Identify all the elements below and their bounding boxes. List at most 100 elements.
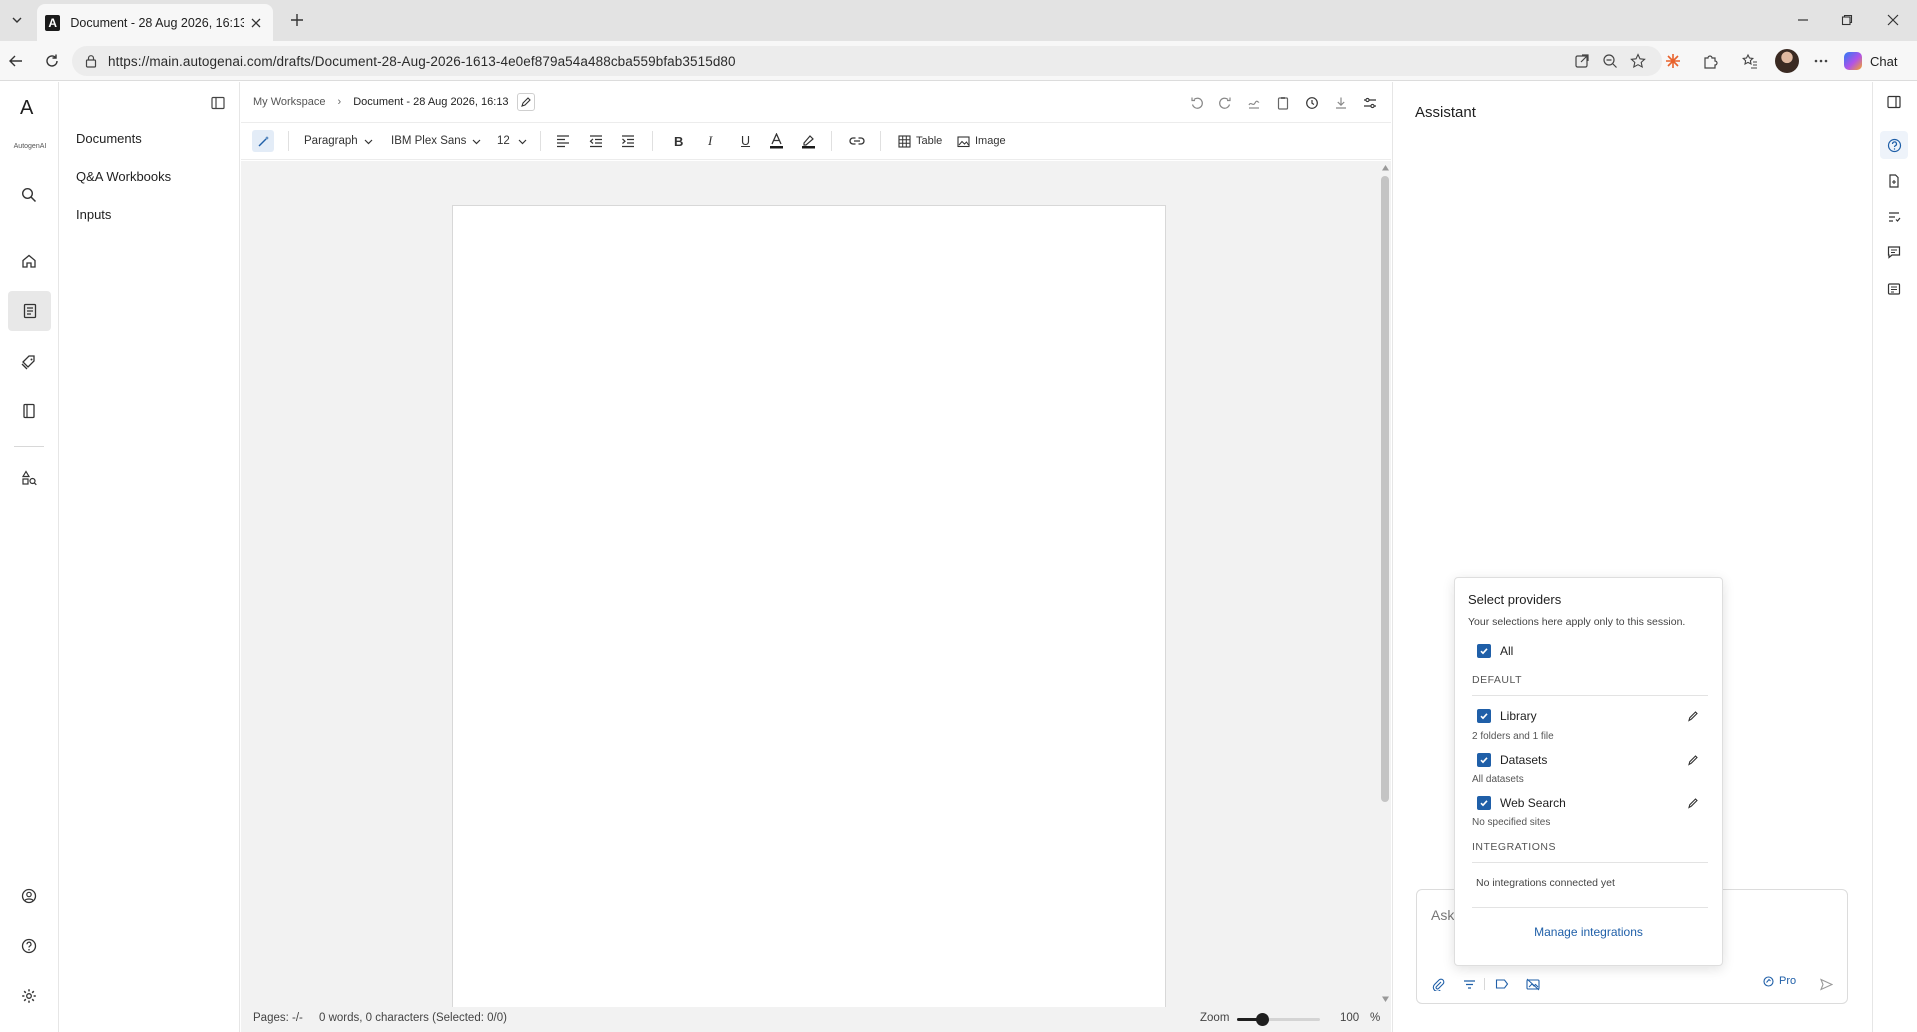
copilot-chat-button[interactable]: Chat <box>1844 48 1912 74</box>
reload-icon[interactable] <box>40 49 64 73</box>
redo-icon[interactable] <box>1214 92 1236 114</box>
popup-title: Select providers <box>1468 592 1562 607</box>
zoom-slider-track[interactable] <box>1237 1013 1320 1026</box>
provider-all-row[interactable]: All <box>1477 643 1513 659</box>
provider-web-search-detail: No specified sites <box>1472 817 1551 828</box>
back-arrow-icon[interactable] <box>4 49 28 73</box>
undo-icon[interactable] <box>1186 92 1208 114</box>
tab-close-icon[interactable] <box>248 14 265 32</box>
image-off-icon[interactable] <box>1522 973 1544 995</box>
version-history-icon[interactable] <box>1301 92 1323 114</box>
page-count: Pages: -/- <box>253 1012 303 1024</box>
provider-web-search-row[interactable]: Web Search <box>1477 795 1566 811</box>
toolbar-divider <box>540 131 541 151</box>
indent-increase-icon[interactable] <box>621 130 635 152</box>
text-color-icon[interactable] <box>769 130 784 152</box>
provider-filter-icon[interactable] <box>1458 973 1480 995</box>
checkbox-checked-icon[interactable] <box>1477 709 1491 723</box>
font-size-select[interactable]: 12 <box>497 130 527 152</box>
restore-icon[interactable] <box>1832 8 1862 32</box>
manage-integrations-link[interactable]: Manage integrations <box>1454 925 1723 939</box>
profile-avatar[interactable] <box>1775 49 1799 73</box>
site-info-lock-icon[interactable] <box>84 54 98 68</box>
tag-label-icon[interactable] <box>1491 973 1513 995</box>
insert-image-button[interactable]: Image <box>957 130 1006 152</box>
edit-web-search-pencil-icon[interactable] <box>1684 794 1702 812</box>
favorite-star-icon[interactable] <box>1626 49 1650 73</box>
align-left-icon[interactable] <box>556 130 570 152</box>
sidebar-item-inputs[interactable]: Inputs <box>76 207 111 222</box>
checkbox-checked-icon[interactable] <box>1477 796 1491 810</box>
sidebar-item-qa-workbooks[interactable]: Q&A Workbooks <box>76 169 171 184</box>
edit-datasets-pencil-icon[interactable] <box>1684 751 1702 769</box>
download-icon[interactable] <box>1330 92 1352 114</box>
scroll-down-arrow-icon[interactable] <box>1381 995 1390 1003</box>
settings-gear-icon[interactable] <box>14 981 44 1011</box>
minimize-icon[interactable] <box>1788 8 1818 32</box>
assistant-chat-icon[interactable] <box>1880 131 1908 159</box>
tab-list-chevron-icon[interactable] <box>6 9 28 31</box>
address-bar[interactable]: https://main.autogenai.com/drafts/Docume… <box>72 46 1662 76</box>
home-icon[interactable] <box>14 246 44 276</box>
search-icon[interactable] <box>14 180 44 210</box>
scroll-up-arrow-icon[interactable] <box>1381 164 1390 172</box>
table-icon <box>898 134 911 148</box>
ask-input-placeholder[interactable]: Ask <box>1431 907 1454 923</box>
track-changes-icon[interactable] <box>1243 92 1265 114</box>
tab-favicon-icon: A <box>45 14 61 31</box>
zoom-label: Zoom <box>1200 1012 1230 1024</box>
url-text[interactable]: https://main.autogenai.com/drafts/Docume… <box>108 54 736 69</box>
attach-paperclip-icon[interactable] <box>1427 973 1449 995</box>
notes-icon[interactable] <box>1880 275 1908 303</box>
review-icon[interactable] <box>1880 203 1908 231</box>
account-icon[interactable] <box>14 881 44 911</box>
highlight-color-icon[interactable] <box>801 130 816 152</box>
copilot-logo-icon <box>1844 52 1862 70</box>
checkbox-checked-icon[interactable] <box>1477 753 1491 767</box>
app-logo[interactable]: A <box>20 97 33 120</box>
comments-icon[interactable] <box>1880 238 1908 266</box>
font-family-select[interactable]: IBM Plex Sans <box>391 130 481 152</box>
shapes-search-icon[interactable] <box>14 463 44 493</box>
collapse-sidebar-icon[interactable] <box>208 93 228 113</box>
provider-library-row[interactable]: Library <box>1477 708 1537 724</box>
italic-icon[interactable]: I <box>708 130 712 152</box>
underline-icon[interactable]: U <box>741 130 750 152</box>
toolbar-divider <box>880 131 881 151</box>
browser-tab-active[interactable]: A Document - 28 Aug 2026, 16:13 | Autoge… <box>37 4 273 41</box>
open-in-app-icon[interactable] <box>1570 49 1594 73</box>
zoom-icon[interactable] <box>1598 49 1622 73</box>
paragraph-style-select[interactable]: Paragraph <box>304 130 373 152</box>
provider-datasets-row[interactable]: Datasets <box>1477 752 1547 768</box>
checkbox-checked-icon[interactable] <box>1477 644 1491 658</box>
documents-nav-icon[interactable] <box>8 291 51 331</box>
toggle-panel-icon[interactable] <box>1880 88 1908 116</box>
vertical-scrollbar-thumb[interactable] <box>1381 176 1389 802</box>
document-page[interactable] <box>452 205 1166 1008</box>
pro-mode-toggle[interactable]: Pro <box>1763 975 1796 987</box>
ai-magic-wand-icon[interactable] <box>252 130 274 152</box>
zoom-slider-handle[interactable] <box>1255 1013 1269 1026</box>
favorites-list-icon[interactable] <box>1738 49 1762 73</box>
edit-library-pencil-icon[interactable] <box>1684 707 1702 725</box>
toolbar-divider <box>831 131 832 151</box>
send-icon[interactable] <box>1815 973 1837 995</box>
document-settings-icon[interactable] <box>1359 92 1381 114</box>
clipboard-icon[interactable] <box>1272 92 1294 114</box>
help-icon[interactable] <box>14 931 44 961</box>
extensions-puzzle-icon[interactable] <box>1698 49 1722 73</box>
more-options-icon[interactable] <box>1809 49 1833 73</box>
library-book-icon[interactable] <box>14 396 44 426</box>
indent-decrease-icon[interactable] <box>589 130 603 152</box>
extension-sparkle-icon[interactable] <box>1661 49 1685 73</box>
sidebar-item-documents[interactable]: Documents <box>76 131 142 146</box>
tags-icon[interactable] <box>14 347 44 377</box>
bold-icon[interactable]: B <box>674 130 683 152</box>
insert-link-icon[interactable] <box>849 130 865 152</box>
breadcrumb-workspace[interactable]: My Workspace <box>253 96 326 108</box>
rename-pencil-icon[interactable] <box>516 93 535 111</box>
new-tab-plus-icon[interactable] <box>286 9 308 31</box>
document-add-icon[interactable] <box>1880 167 1908 195</box>
insert-table-button[interactable]: Table <box>898 130 942 152</box>
close-window-icon[interactable] <box>1878 8 1908 32</box>
